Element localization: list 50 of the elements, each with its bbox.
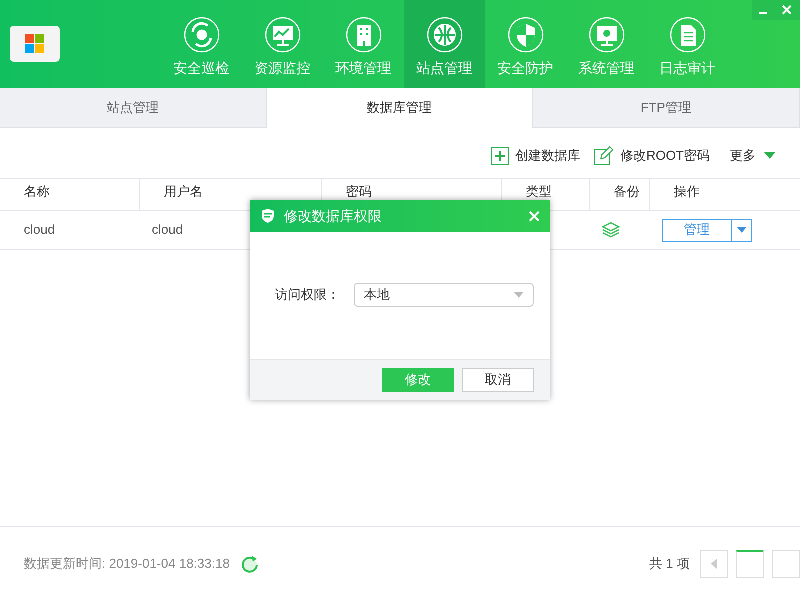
toolbar-button[interactable]: 修改ROOT密码 [594, 146, 710, 166]
nav-item[interactable]: 站点管理 [404, 0, 485, 88]
logo-icon [10, 26, 60, 62]
total-count: 共 1 项 [650, 554, 690, 573]
caret-icon [736, 227, 746, 233]
monitor-icon [264, 17, 300, 53]
more-button[interactable]: 更多 [730, 146, 776, 166]
refresh-icon[interactable] [240, 554, 260, 574]
shield-icon [508, 17, 544, 53]
column-header: 操作 [673, 183, 701, 201]
nav-item[interactable]: 安全巡检 [161, 0, 242, 88]
toolbar-button[interactable]: 创建数据库 [491, 146, 580, 166]
table-cell-text: cloud [23, 221, 56, 240]
column-header: 备份 [590, 179, 650, 210]
close-icon [782, 5, 792, 15]
caret-icon [514, 292, 524, 298]
nav-item[interactable]: 安全防护 [485, 0, 566, 88]
cancel-button[interactable]: 取消 [462, 368, 534, 392]
scan-icon [184, 17, 220, 53]
building-icon [346, 17, 382, 53]
update-time: 数据更新时间: 2019-01-04 18:33:18 [24, 554, 230, 573]
log-icon [670, 17, 706, 53]
tab[interactable]: 站点管理 [0, 88, 267, 128]
prev-page-button[interactable] [700, 550, 728, 578]
table-cell-text: cloud [151, 221, 184, 240]
manage-button[interactable]: 管理 [662, 218, 732, 242]
system-icon [588, 17, 624, 53]
tab[interactable]: FTP管理 [533, 88, 800, 128]
next-page-button[interactable] [772, 550, 800, 578]
close-button[interactable] [774, 0, 800, 20]
shield-icon [260, 208, 276, 224]
pencil-icon [594, 146, 614, 166]
caret-icon [764, 152, 776, 160]
nav-item[interactable]: 环境管理 [323, 0, 404, 88]
nav-item[interactable]: 资源监控 [242, 0, 323, 88]
tab[interactable]: 数据库管理 [266, 88, 534, 128]
field-label: 访问权限： [275, 286, 340, 304]
close-icon[interactable] [529, 210, 540, 222]
access-select[interactable]: 本地 [354, 282, 534, 306]
page-button[interactable] [736, 550, 764, 578]
column-header: 名称 [0, 179, 140, 210]
nav-item[interactable]: 系统管理 [566, 0, 647, 88]
plus-icon [491, 147, 510, 165]
dropdown-button[interactable] [732, 218, 752, 242]
minimize-button[interactable] [752, 0, 774, 20]
left-arrow-icon [711, 558, 717, 568]
globe-icon [426, 17, 462, 53]
confirm-button[interactable]: 修改 [382, 368, 454, 392]
layers-icon[interactable] [602, 222, 620, 238]
nav-item[interactable]: 日志审计 [647, 0, 728, 88]
